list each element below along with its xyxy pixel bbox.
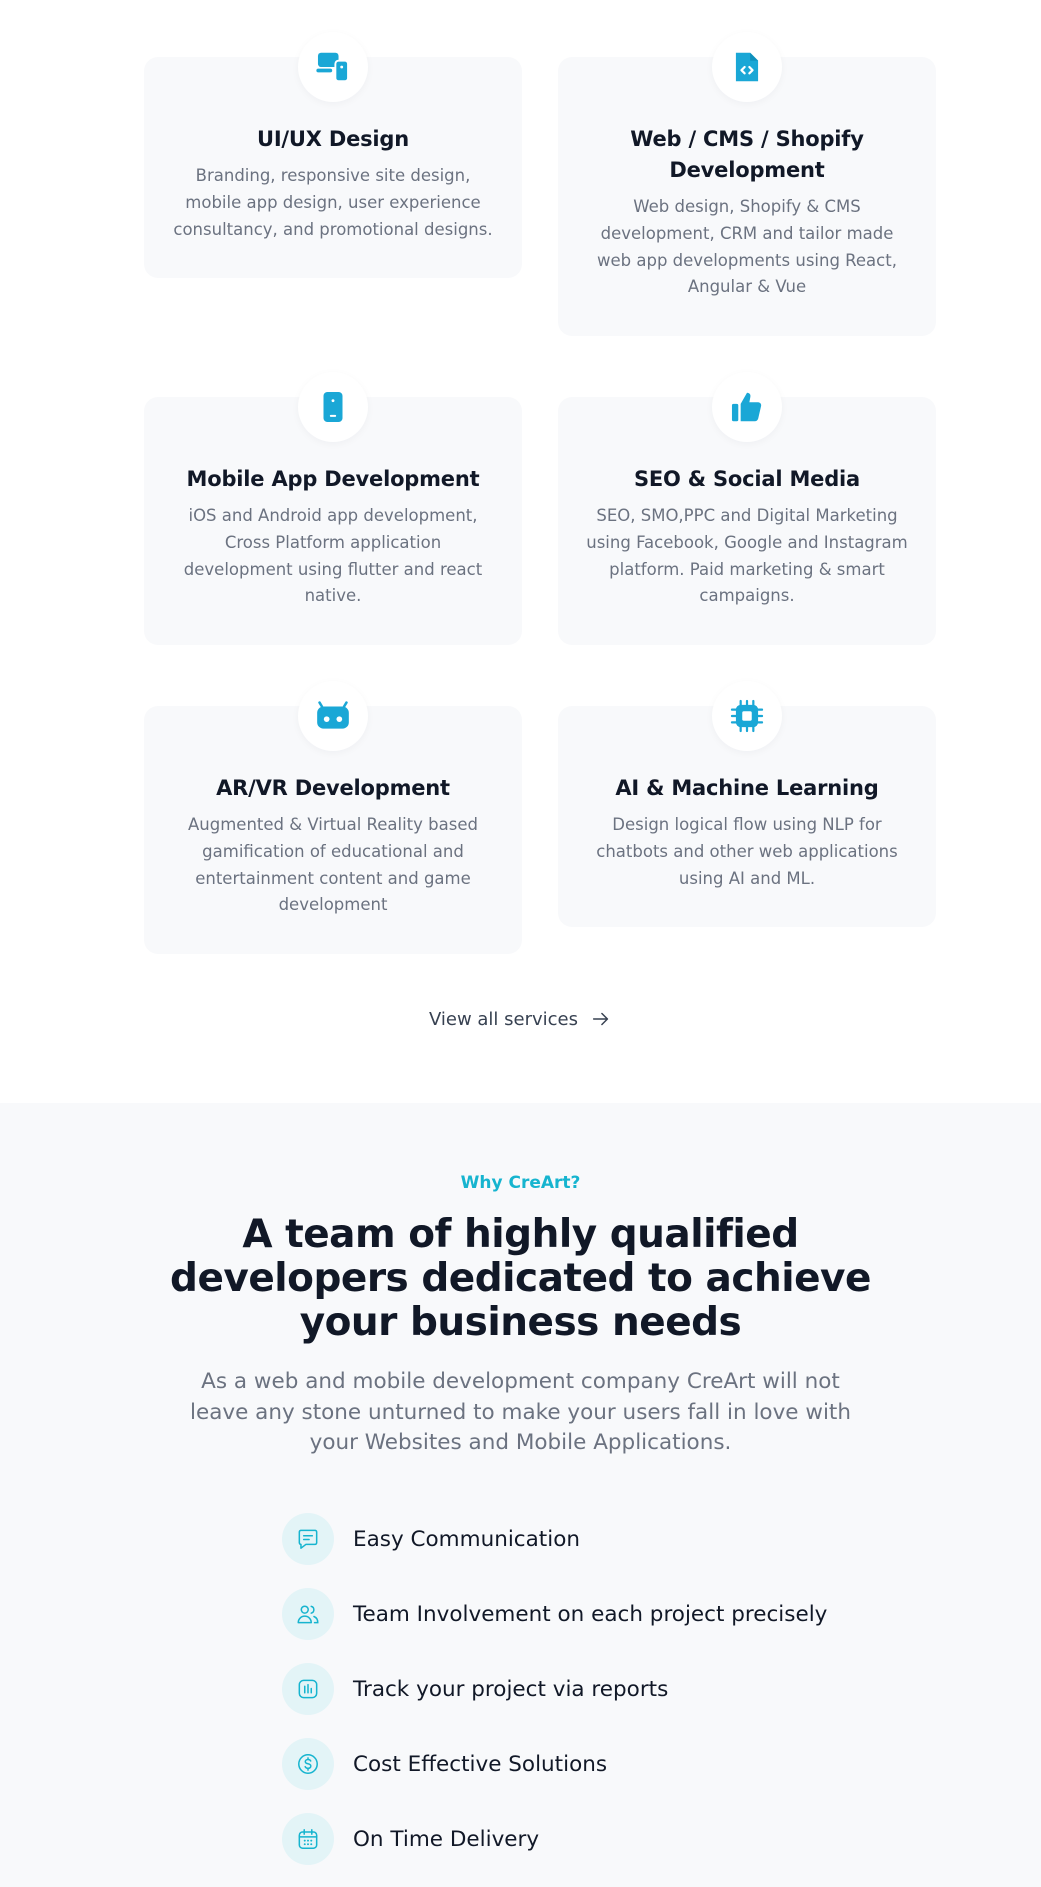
feature-item: Cost Effective Solutions xyxy=(282,1738,607,1790)
code-file-icon xyxy=(712,32,782,102)
service-title: Mobile App Development xyxy=(186,467,480,491)
chip-icon xyxy=(712,681,782,751)
service-card-mobile-app[interactable]: Mobile App Development iOS and Android a… xyxy=(144,372,522,645)
service-description: Branding, responsive site design, mobile… xyxy=(173,166,493,239)
feature-label: On Time Delivery xyxy=(353,1826,540,1852)
section-headline: A team of highly qualified developers de… xyxy=(170,1212,871,1345)
service-title: SEO & Social Media xyxy=(633,467,861,491)
service-title: Web / CMS / Shopify Development xyxy=(630,127,864,182)
service-description: Augmented & Virtual Reality based gamifi… xyxy=(188,815,478,915)
feature-label: Easy Communication xyxy=(353,1526,580,1552)
service-title: AI & Machine Learning xyxy=(615,776,879,800)
thumbs-up-icon xyxy=(712,372,782,442)
service-card-seo-social[interactable]: SEO & Social Media SEO, SMO,PPC and Digi… xyxy=(558,372,936,645)
service-card-web-cms[interactable]: Web / CMS / Shopify Development Web desi… xyxy=(558,32,936,336)
devices-icon xyxy=(298,32,368,102)
view-all-services-label: View all services xyxy=(428,1008,579,1030)
feature-item: Easy Communication xyxy=(282,1513,580,1565)
service-description: SEO, SMO,PPC and Digital Marketing using… xyxy=(586,506,908,606)
feature-item: Team Involvement on each project precise… xyxy=(282,1588,827,1640)
calendar-icon xyxy=(282,1813,334,1865)
mobile-phone-icon xyxy=(298,372,368,442)
feature-label: Cost Effective Solutions xyxy=(353,1751,608,1777)
service-title: UI/UX Design xyxy=(256,127,410,151)
chat-icon xyxy=(282,1513,334,1565)
team-icon xyxy=(282,1588,334,1640)
section-lede: As a web and mobile development company … xyxy=(190,1369,851,1455)
section-eyebrow: Why CreArt? xyxy=(460,1173,581,1193)
service-card-ui-ux[interactable]: UI/UX Design Branding, responsive site d… xyxy=(144,32,522,278)
feature-label: Team Involvement on each project precise… xyxy=(353,1601,828,1627)
service-card-ar-vr[interactable]: AR/VR Development Augmented & Virtual Re… xyxy=(144,681,522,954)
feature-item: Track your project via reports xyxy=(282,1663,668,1715)
view-all-services-link[interactable]: View all services xyxy=(0,1004,1041,1034)
service-description: Design logical flow using NLP for chatbo… xyxy=(596,815,898,888)
service-title: AR/VR Development xyxy=(216,776,450,800)
arrow-right-icon xyxy=(592,1012,609,1026)
report-icon xyxy=(282,1663,334,1715)
service-card-ai-ml[interactable]: AI & Machine Learning Design logical flo… xyxy=(558,681,936,927)
vr-headset-icon xyxy=(298,681,368,751)
feature-label: Track your project via reports xyxy=(353,1676,669,1702)
dollar-icon xyxy=(282,1738,334,1790)
why-section: Why CreArt? A team of highly qualified d… xyxy=(0,1103,1041,1887)
services-section: UI/UX Design Branding, responsive site d… xyxy=(0,0,1041,1103)
service-description: iOS and Android app development, Cross P… xyxy=(183,506,483,606)
service-description: Web design, Shopify & CMS development, C… xyxy=(597,197,897,297)
feature-item: On Time Delivery xyxy=(282,1813,539,1865)
